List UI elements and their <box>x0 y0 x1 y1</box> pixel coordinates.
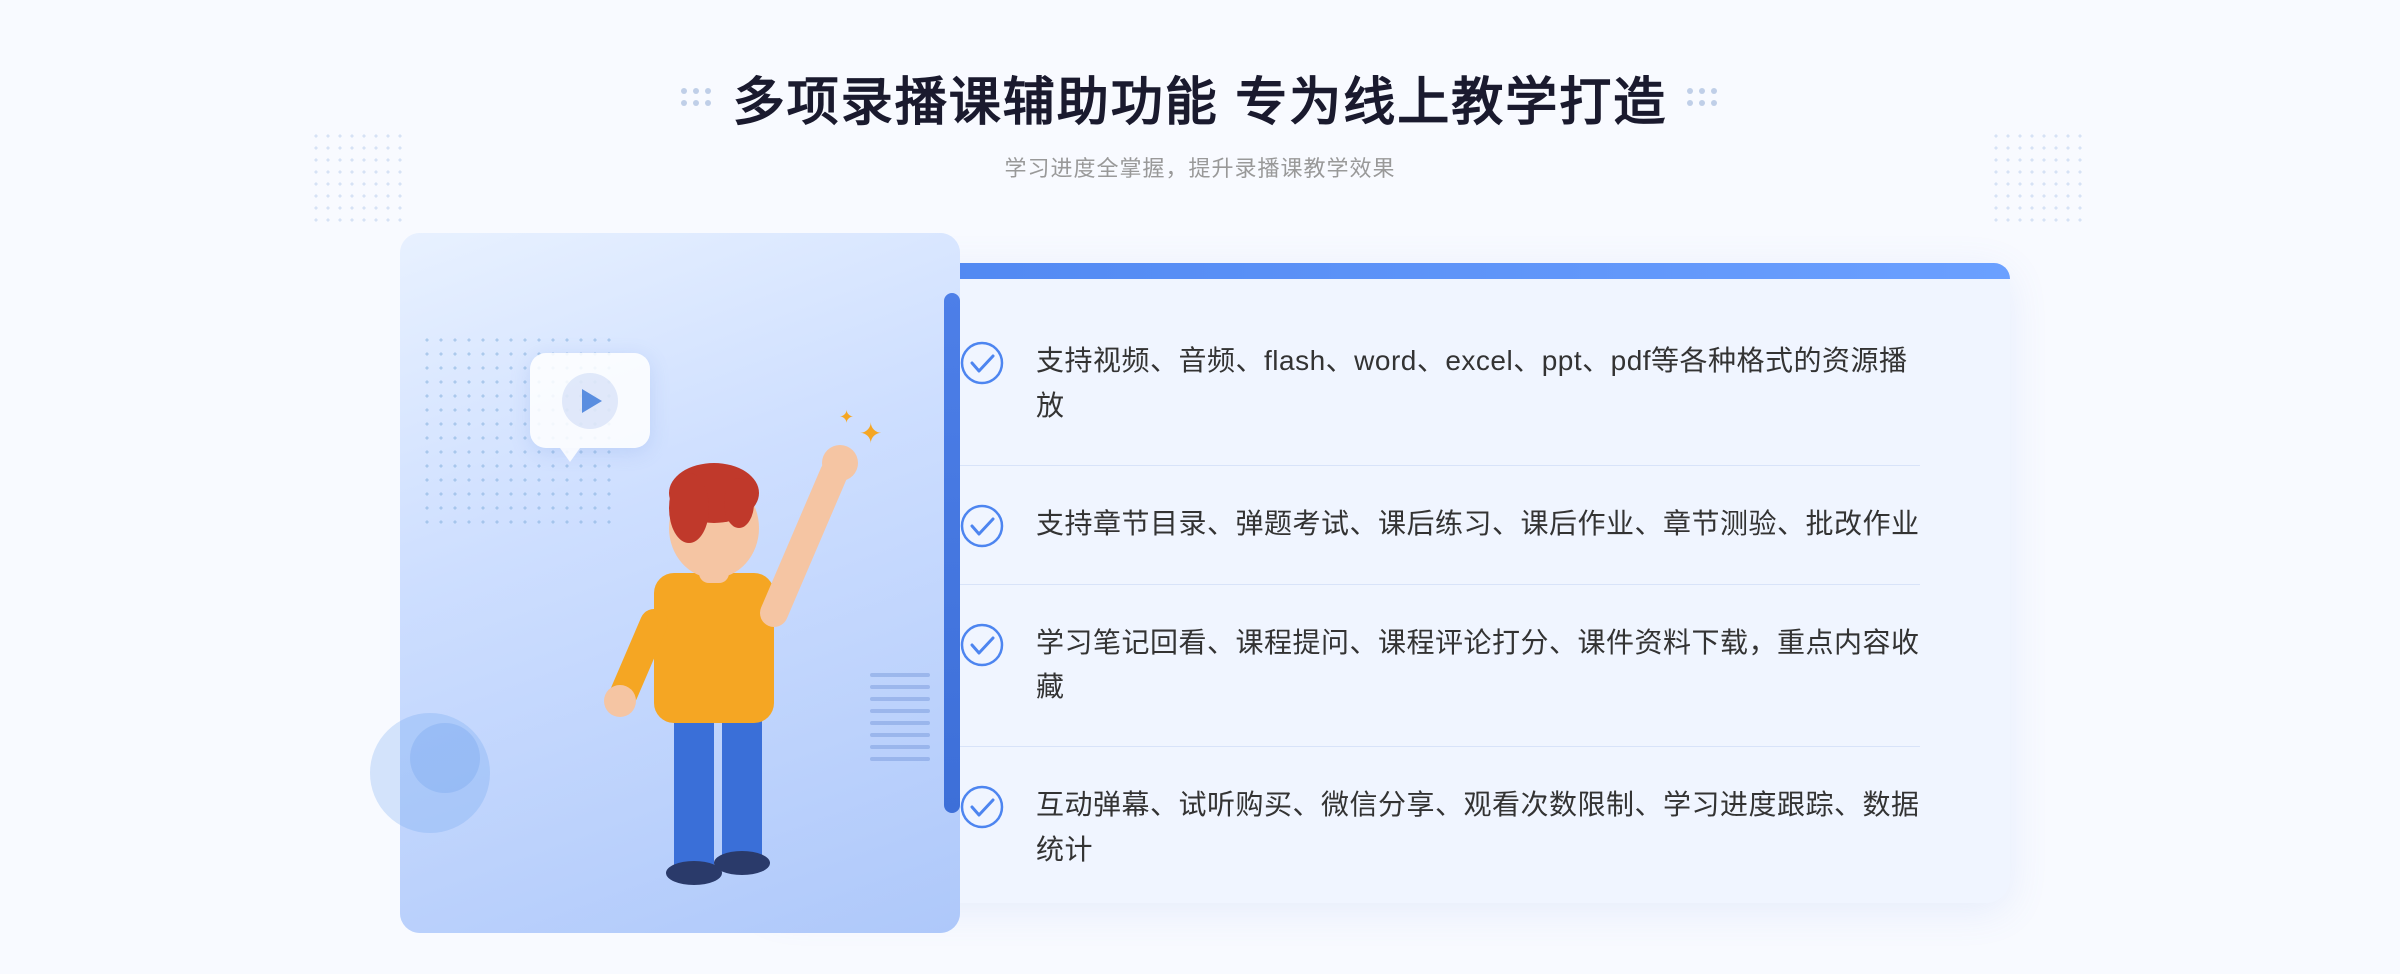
check-circle-icon-4 <box>960 785 1004 829</box>
feature-text-3: 学习笔记回看、课程提问、课程评论打分、课件资料下载，重点内容收藏 <box>1036 621 1920 711</box>
circle-decoration-small <box>410 723 480 793</box>
dots-decoration-right <box>1990 130 2090 230</box>
subtitle: 学习进度全掌握，提升录播课教学效果 <box>681 151 1719 183</box>
illustration-panel: ✦ ✦ <box>400 233 960 933</box>
feature-item-3: 学习笔记回看、课程提问、课程评论打分、课件资料下载，重点内容收藏 <box>960 585 1920 748</box>
blue-side-bar <box>944 293 960 813</box>
header-section: 多项录播课辅助功能 专为线上教学打造 学习进度全掌握，提升录播课教学效果 <box>681 60 1719 183</box>
svg-text:✦: ✦ <box>859 418 882 449</box>
feature-item-2: 支持章节目录、弹题考试、课后练习、课后作业、章节测验、批改作业 <box>960 466 1920 585</box>
decorator-right <box>1687 88 1719 108</box>
svg-text:✦: ✦ <box>839 407 854 427</box>
check-circle-icon-2 <box>960 504 1004 548</box>
main-title: 多项录播课辅助功能 专为线上教学打造 <box>733 60 1667 135</box>
feature-text-1: 支持视频、音频、flash、word、excel、ppt、pdf等各种格式的资源… <box>1036 339 1920 429</box>
feature-item-1: 支持视频、音频、flash、word、excel、ppt、pdf等各种格式的资源… <box>960 303 1920 466</box>
check-circle-icon-1 <box>960 341 1004 385</box>
student-figure: ✦ ✦ <box>544 353 884 933</box>
feature-item-4: 互动弹幕、试听购买、微信分享、观看次数限制、学习进度跟踪、数据统计 <box>960 747 1920 909</box>
check-circle-icon-3 <box>960 623 1004 667</box>
feature-text-4: 互动弹幕、试听购买、微信分享、观看次数限制、学习进度跟踪、数据统计 <box>1036 783 1920 873</box>
page-wrapper: 多项录播课辅助功能 专为线上教学打造 学习进度全掌握，提升录播课教学效果 » <box>0 0 2400 974</box>
features-panel: 支持视频、音频、flash、word、excel、ppt、pdf等各种格式的资源… <box>860 233 2000 959</box>
feature-text-2: 支持章节目录、弹题考试、课后练习、课后作业、章节测验、批改作业 <box>1036 502 1920 547</box>
decorator-left <box>681 88 713 108</box>
header-decorators: 多项录播课辅助功能 专为线上教学打造 <box>681 60 1719 135</box>
dots-decoration-left <box>310 130 410 230</box>
content-area: » <box>400 233 2000 933</box>
